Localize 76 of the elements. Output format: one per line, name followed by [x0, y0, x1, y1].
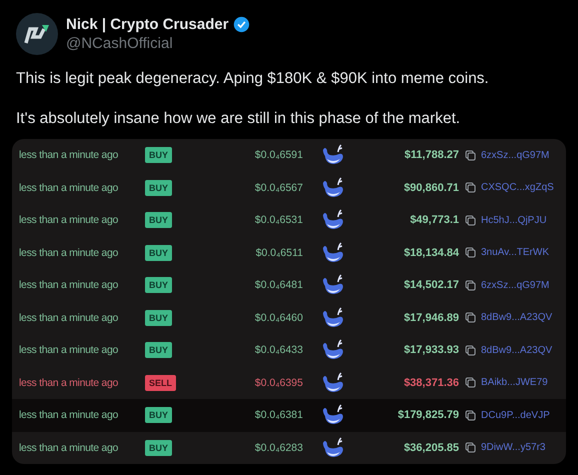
copy-icon[interactable] — [464, 150, 476, 161]
amount-cell: $11,788.27 — [404, 149, 459, 162]
whale-icon — [321, 176, 345, 199]
amount-cell: $17,933.93 — [404, 344, 459, 356]
whale-icon — [321, 436, 345, 459]
whale-icon — [321, 339, 345, 362]
whale-icon — [321, 404, 345, 426]
price-cell: $0.0₄6395 — [254, 376, 303, 389]
side-badge: BUY — [145, 407, 172, 424]
logo-icon — [24, 23, 50, 45]
copy-icon[interactable] — [464, 377, 476, 388]
amount-cell: $90,860.71 — [404, 182, 459, 194]
whale-icon — [321, 306, 345, 329]
amount-cell: $36,205.85 — [404, 442, 459, 454]
address-link[interactable]: DCu9P...deVJP — [481, 410, 566, 421]
price-cell: $0.0₄6381 — [254, 409, 303, 422]
amount-cell: $18,134.84 — [404, 246, 459, 259]
price-cell: $0.0₄6433 — [254, 344, 303, 356]
amount-cell: $17,946.89 — [404, 312, 459, 324]
address-link[interactable]: 8dBw9...A23QV — [481, 344, 566, 356]
time-cell-text: less than a minute ago — [19, 149, 120, 162]
price-cell: $0.0₄6531 — [254, 214, 303, 226]
side-badge: BUY — [145, 244, 172, 261]
time-cell-text: less than a minute ago — [19, 246, 120, 259]
amount-cell: $14,502.17 — [404, 279, 459, 292]
time-cell-text: less than a minute ago — [19, 279, 120, 292]
copy-icon[interactable] — [464, 247, 476, 258]
time-cell-text: less than a minute ago — [19, 214, 120, 226]
amount-cell: $38,371.36 — [404, 376, 459, 389]
whale-icon — [321, 144, 345, 166]
side-badge: BUY — [145, 180, 172, 196]
amount-cell: $49,773.1 — [410, 214, 459, 226]
time-cell-text: less than a minute ago — [19, 344, 120, 356]
whale-icon — [321, 372, 345, 394]
address-link[interactable]: CXSQC...xgZqS — [481, 182, 566, 194]
copy-icon[interactable] — [464, 344, 476, 356]
price-cell: $0.0₄6511 — [256, 246, 303, 259]
copy-icon[interactable] — [464, 182, 476, 194]
price-cell: $0.0₄6591 — [254, 149, 303, 162]
time-cell-text: less than a minute ago — [19, 409, 120, 422]
copy-icon[interactable] — [464, 280, 476, 291]
address-link[interactable]: Hc5hJ...QjPJU — [481, 214, 566, 226]
side-badge: BUY — [145, 440, 172, 456]
whale-icon — [321, 274, 345, 296]
address-link[interactable]: 8dBw9...A23QV — [481, 312, 566, 324]
price-cell: $0.0₄6481 — [254, 279, 303, 292]
price-cell: $0.0₄6460 — [254, 312, 303, 324]
post-text: It's absolutely insane how we are still in this phase of the market. — [15, 109, 462, 129]
post-text: This is legit peak degeneracy. Aping $180K & $90K into meme coins. — [15, 69, 490, 89]
side-badge: BUY — [145, 342, 172, 358]
side-badge: BUY — [145, 310, 172, 326]
whale-icon — [321, 242, 345, 264]
avatar[interactable] — [16, 13, 58, 55]
time-cell-text: less than a minute ago — [19, 182, 120, 194]
price-cell: $0.0₄6567 — [254, 182, 303, 194]
time-cell-text: less than a minute ago — [19, 312, 120, 324]
address-link[interactable]: 6zxSz...qG97M — [481, 280, 566, 291]
whale-icon — [321, 209, 345, 232]
copy-icon[interactable] — [464, 442, 476, 454]
address-link[interactable]: BAikb...JWE79 — [481, 377, 566, 388]
time-cell-text: less than a minute ago — [19, 442, 120, 454]
amount-cell: $179,825.79 — [398, 409, 459, 422]
side-badge: BUY — [145, 212, 172, 228]
address-link[interactable]: 9DiwW...y57r3 — [481, 442, 566, 454]
side-badge: BUY — [145, 277, 172, 294]
address-link[interactable]: 3nuAv...TErWK — [481, 247, 566, 258]
author-handle[interactable]: @NCashOfficial — [66, 35, 250, 52]
side-badge: BUY — [145, 147, 172, 164]
time-cell-text: less than a minute ago — [19, 376, 120, 389]
copy-icon[interactable] — [464, 214, 476, 226]
price-cell: $0.0₄6283 — [254, 442, 303, 454]
copy-icon[interactable] — [464, 312, 476, 324]
side-badge: SELL — [145, 374, 176, 391]
copy-icon[interactable] — [464, 410, 476, 421]
address-link[interactable]: 6zxSz...qG97M — [481, 150, 566, 161]
author-name[interactable]: Nick | Crypto Crusader — [66, 16, 229, 33]
